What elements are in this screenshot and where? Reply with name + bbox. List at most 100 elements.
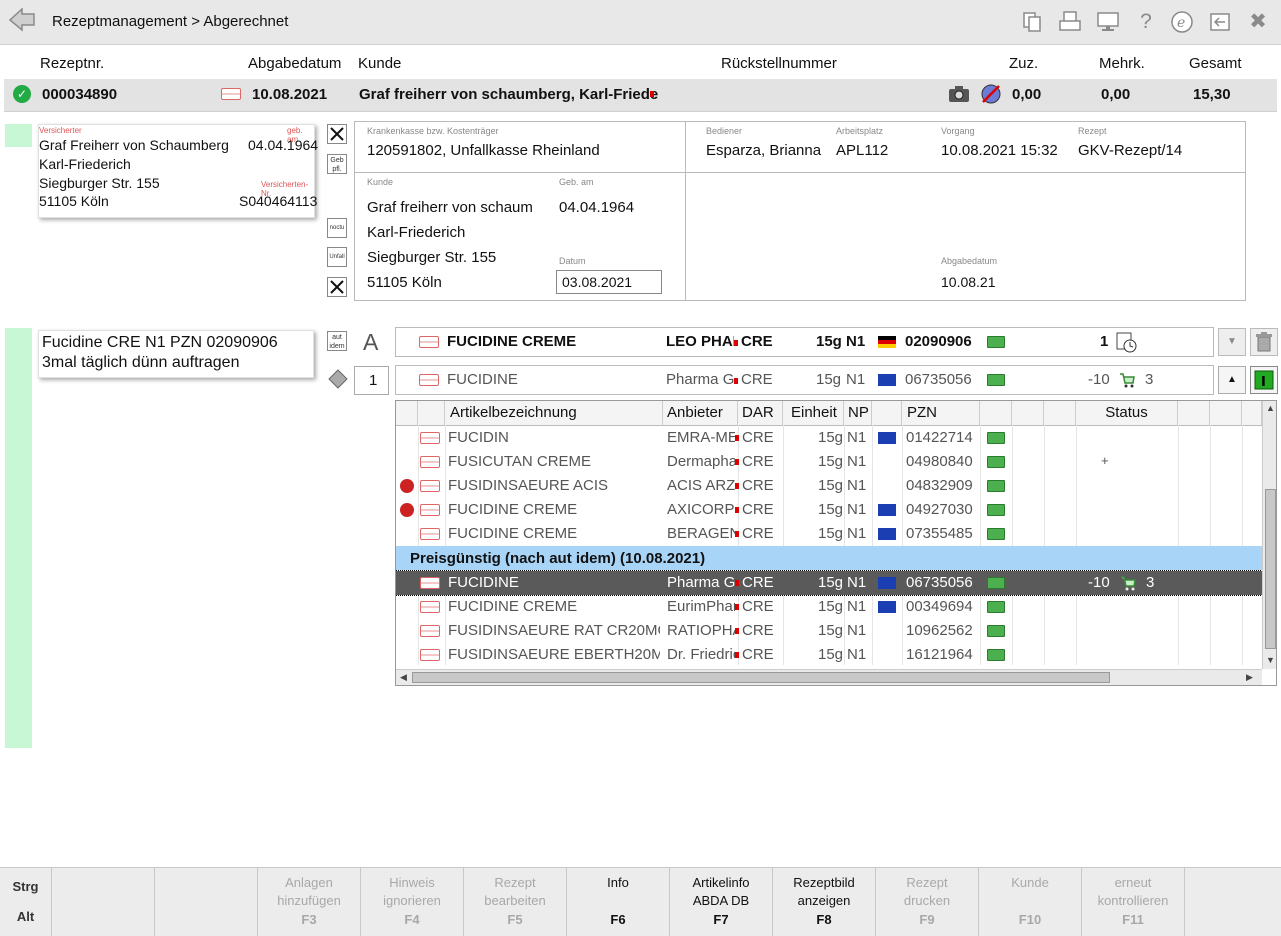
truncation-marker (735, 531, 739, 537)
scroll-left-icon[interactable]: ◀ (400, 672, 407, 683)
table-row[interactable]: FUCIDINE CREME AXICORP P CRE 15gN1 04927030 (396, 498, 1262, 522)
datum-input[interactable]: 03.08.2021 (556, 270, 662, 294)
fkey-f6[interactable]: Info F6 (567, 868, 670, 936)
table-row[interactable]: FUSIDINSAEURE RAT CR20MG/G RATIOPHA CRE 15g… (396, 619, 1262, 643)
row-name: FUSIDINSAEURE RAT CR20MG/G (448, 622, 660, 639)
diamond-toggle[interactable] (328, 369, 348, 389)
fkey-f5[interactable]: Rezept bearbeiten F5 (464, 868, 567, 936)
scroll-right-icon[interactable]: ▶ (1246, 672, 1253, 683)
fkey-label-line2: bearbeiten (484, 893, 546, 908)
col-dar[interactable]: DAR (738, 401, 783, 425)
eu-flag-icon (878, 528, 896, 540)
row-dar: CRE (742, 501, 774, 518)
truncation-marker (735, 580, 739, 586)
vertical-scroll-thumb[interactable] (1265, 489, 1276, 649)
kunde-street: Siegburger Str. 155 (367, 249, 497, 266)
collapse-button[interactable]: ▲ (1218, 366, 1246, 394)
close-icon[interactable]: ✖ (1246, 10, 1270, 34)
horizontal-scrollbar[interactable]: ◀ ▶ (396, 669, 1262, 685)
prescription-text-line2: 3mal täglich dünn auftragen (42, 354, 240, 371)
item-sel-dar: CRE (741, 371, 773, 388)
copy-icon[interactable] (1020, 10, 1044, 34)
col-anbieter[interactable]: Anbieter (663, 401, 738, 425)
vertical-scrollbar[interactable]: ▲ ▼ (1262, 401, 1276, 669)
scroll-down-icon[interactable]: ▼ (1266, 655, 1275, 665)
table-row[interactable]: FUSIDINSAEURE EBERTH20MG/G Dr. Friedric CR… (396, 643, 1262, 667)
row-pzn: 06735056 (906, 574, 973, 591)
section-marker-item (5, 328, 32, 748)
fkey-f9[interactable]: Rezept drucken F9 (876, 868, 979, 936)
no-pharmacy-icon (979, 83, 1003, 105)
help-icon[interactable]: ? (1134, 10, 1158, 34)
column-header: Rezeptnr. Abgabedatum Kunde Rückstellnum… (0, 45, 1281, 79)
fkey-f4[interactable]: Hinweis ignorieren F4 (361, 868, 464, 936)
fkey-f10[interactable]: Kunde F10 (979, 868, 1082, 936)
summary-rezeptnr: 000034890 (42, 86, 118, 103)
col-einheit[interactable]: Einheit (783, 401, 844, 425)
dropdown-button[interactable]: ▼ (1218, 328, 1246, 356)
item-sel-count: 3 (1145, 371, 1154, 388)
cancel-cross-button-2[interactable] (327, 277, 347, 297)
info-toggle-icon[interactable]: I (1250, 366, 1278, 394)
fkey-shortcut: F9 (919, 912, 935, 927)
quantity-field[interactable]: 1 (354, 366, 389, 395)
row-einheit: 15g (818, 646, 844, 663)
table-row[interactable]: FUCIDINE Pharma Ge CRE 15gN1 06735056 -10 3 (396, 570, 1263, 596)
availability-icon (987, 504, 1005, 516)
col-artikelbezeichnung[interactable]: Artikelbezeichnung (445, 401, 663, 425)
window-title: Rezeptmanagement > Abgerechnet (52, 13, 289, 30)
summary-gesamt: 15,30 (1193, 86, 1231, 103)
table-row[interactable]: FUCIDINE CREME BERAGEN CRE 15g N1 07355485 (396, 522, 1262, 546)
table-row[interactable]: FUCIDIN EMRA-MEI CRE 15g N1 01422714 (396, 426, 1262, 450)
availability-icon (987, 649, 1005, 661)
back-arrow-icon[interactable] (8, 7, 38, 34)
availability-icon (987, 577, 1005, 589)
table-row[interactable]: FUCIDINE CREME EurimPhar CRE 15g N1 00349694 (396, 595, 1262, 619)
eu-flag-icon (878, 577, 896, 589)
monitor-icon[interactable] (1096, 10, 1120, 34)
unfall-button[interactable]: Unfall (327, 247, 347, 267)
fkey-empty (52, 868, 155, 936)
horizontal-scroll-thumb[interactable] (412, 672, 1110, 683)
edge-icon[interactable]: e (1170, 10, 1194, 34)
trash-icon[interactable] (1250, 328, 1278, 356)
row-pzn: 10962562 (906, 622, 973, 639)
modifier-key[interactable]: Strg Alt (0, 868, 52, 936)
row-np: N1 (847, 477, 867, 494)
label-gebam: Geb. am (559, 177, 594, 187)
row-einheit: 15g (818, 453, 844, 470)
row-dar: CRE (742, 477, 774, 494)
scroll-up-icon[interactable]: ▲ (1266, 403, 1275, 413)
table-row[interactable]: FUSIDINSAEURE ACIS ACIS ARZN CRE 15gN1 04832… (396, 474, 1262, 498)
cancel-cross-button[interactable] (327, 124, 347, 144)
prescribed-item-row[interactable]: FUCIDINE CREME LEO PHAR CRE 15g N1 02090… (395, 327, 1214, 357)
row-einheit: 15g (818, 574, 844, 591)
fkey-f11[interactable]: erneut kontrollieren F11 (1082, 868, 1185, 936)
item-sel-pzn: 06735056 (905, 371, 972, 388)
col-pzn[interactable]: PZN (902, 401, 980, 425)
row-dar: CRE (742, 598, 774, 615)
table-row[interactable]: FUSICUTAN CREME Dermapha CRE 15g N1 04980840 + (396, 450, 1262, 474)
geb-pfl-button[interactable]: Geb pfl. (327, 154, 347, 174)
noctu-button[interactable]: noctu (327, 218, 347, 238)
row-pzn: 00349694 (906, 598, 973, 615)
item-marker-a: A (363, 329, 379, 355)
print-icon[interactable] (1058, 10, 1082, 34)
fkey-f7[interactable]: Artikelinfo ABDA DB F7 (670, 868, 773, 936)
row-count: 3 (1146, 574, 1155, 591)
row-dar: CRE (742, 525, 774, 542)
exit-window-icon[interactable] (1208, 10, 1232, 34)
prescription-card-icon (221, 88, 241, 100)
prescription-summary-row[interactable]: ✓ 000034890 10.08.2021 Graf freiherr von… (4, 79, 1277, 112)
col-np[interactable]: NP (844, 401, 872, 425)
aut-idem-button[interactable]: aut idem (327, 331, 347, 351)
item-card-icon (420, 504, 440, 516)
item-sel-name: FUCIDINE (447, 371, 518, 388)
fkey-f8[interactable]: Rezeptbild anzeigen F8 (773, 868, 876, 936)
camera-icon[interactable] (948, 85, 970, 103)
arbeitsplatz-value: APL112 (836, 142, 889, 159)
col-status[interactable]: Status (1076, 401, 1178, 425)
row-status: + (1101, 453, 1109, 468)
selected-item-row[interactable]: FUCIDINE Pharma Ge CRE 15g N1 06735056 -… (395, 365, 1214, 395)
fkey-f3[interactable]: Anlagen hinzufügen F3 (258, 868, 361, 936)
